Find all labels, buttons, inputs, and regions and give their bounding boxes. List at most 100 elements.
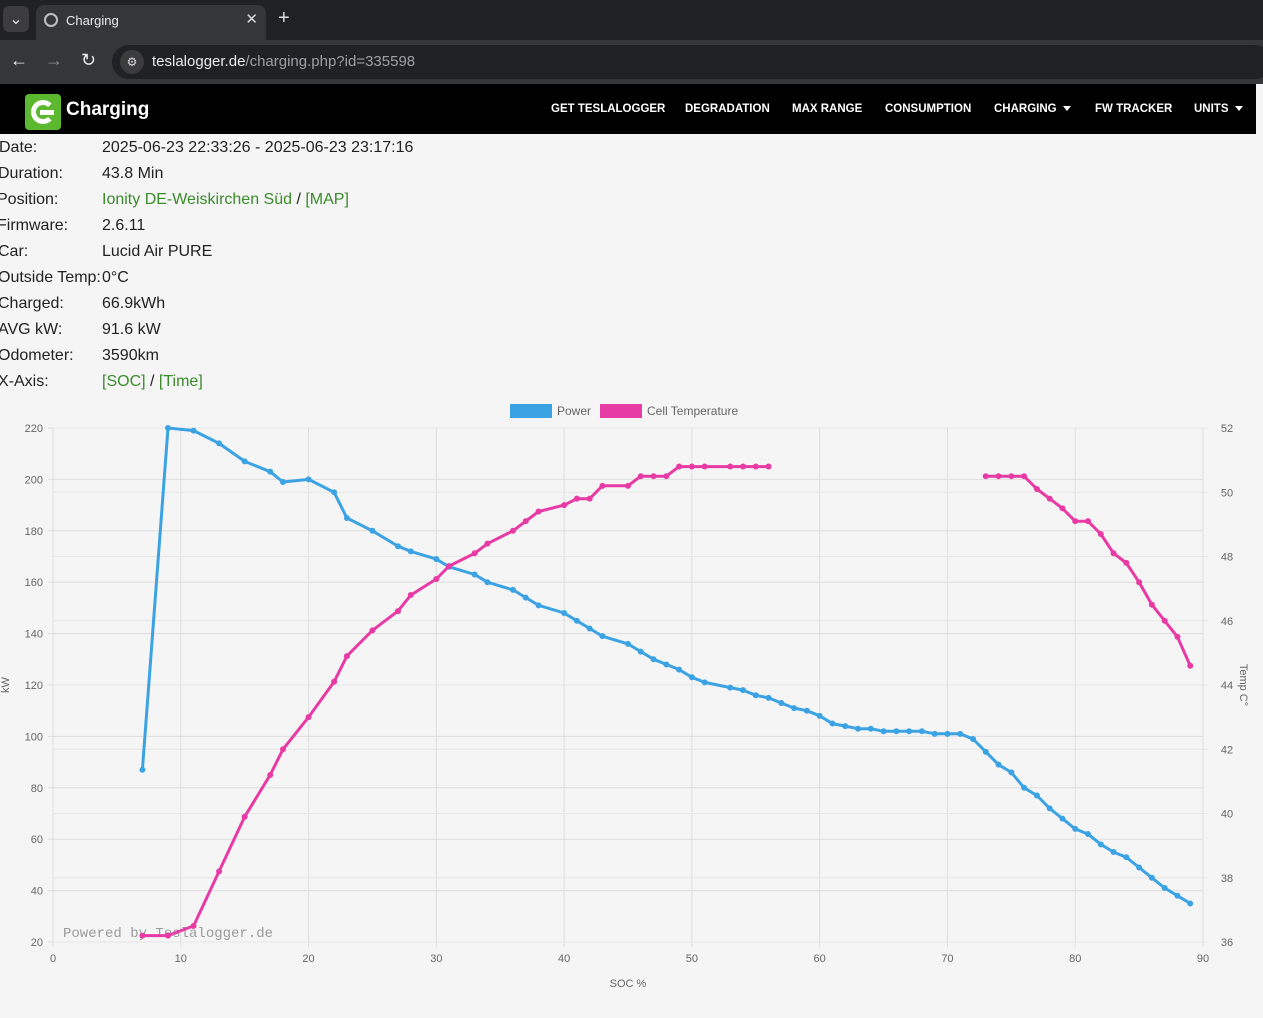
cell-temperature-point xyxy=(1059,505,1066,512)
xaxis-separator: / xyxy=(145,373,159,390)
legend-cell-temperature-label[interactable]: Cell Temperature xyxy=(647,404,738,418)
position-link[interactable]: Ionity DE-Weiskirchen Süd xyxy=(102,191,292,208)
nav-get-teslalogger[interactable]: GET TESLALOGGER xyxy=(551,103,665,115)
power-point xyxy=(1072,825,1079,832)
chart-grid xyxy=(48,427,1208,947)
cell-temperature-point xyxy=(407,592,414,599)
power-point xyxy=(842,723,849,730)
y-left-tick-label: 60 xyxy=(31,834,43,846)
new-tab-button[interactable]: + xyxy=(278,7,290,30)
cell-temperature-point xyxy=(1136,579,1143,586)
power-point xyxy=(765,694,772,701)
cell-temperature-point xyxy=(1046,495,1053,502)
cell-temperature-point xyxy=(331,678,338,685)
tab-search-button[interactable]: ⌄ xyxy=(3,6,29,32)
cell-temperature-point xyxy=(280,746,286,753)
forward-icon[interactable]: → xyxy=(45,50,63,71)
browser-tab[interactable]: Charging ✕ xyxy=(36,5,266,40)
cell-temperature-point xyxy=(1008,473,1015,480)
logo-plug-icon xyxy=(40,110,54,115)
power-point xyxy=(778,699,785,706)
power-point xyxy=(190,427,197,434)
power-point xyxy=(944,730,951,737)
power-point xyxy=(1136,864,1143,871)
chart-legend[interactable]: Power Cell Temperature xyxy=(510,404,738,418)
y-left-tick-label: 80 xyxy=(31,783,43,795)
legend-power-label[interactable]: Power xyxy=(557,404,591,418)
power-point xyxy=(280,478,286,485)
cell-temperature-point xyxy=(995,473,1002,480)
nav-units-label: UNITS xyxy=(1194,103,1229,115)
power-point xyxy=(343,514,350,521)
power-point xyxy=(407,548,414,555)
charging-chart[interactable]: Power Cell Temperature 0 10 20 30 40 50 60 70 80 9… xyxy=(0,398,1263,1008)
y-right-tick-label: 42 xyxy=(1221,744,1233,756)
power-point xyxy=(331,489,338,496)
power-point xyxy=(1059,815,1066,822)
cell-temperature-point xyxy=(305,714,312,721)
xaxis-soc-link[interactable]: [SOC] xyxy=(102,373,146,390)
cell-temperature-point xyxy=(535,508,542,515)
y-left-tick-label: 180 xyxy=(25,526,43,538)
cell-temperature-point xyxy=(216,868,223,875)
page-title[interactable]: Charging xyxy=(66,99,149,121)
avg-kw-value: 91.6 kW xyxy=(102,321,161,338)
map-link[interactable]: [MAP] xyxy=(305,191,349,208)
power-point xyxy=(957,730,964,737)
site-settings-icon[interactable]: ⚙ xyxy=(120,50,144,74)
close-icon[interactable]: ✕ xyxy=(245,10,258,28)
browser-tabbar: ⌄ Charging ✕ + xyxy=(0,0,1263,40)
x-tick-label: 30 xyxy=(430,953,442,965)
duration-label: Duration: xyxy=(0,165,63,182)
odometer-value: 3590km xyxy=(102,347,159,364)
power-point xyxy=(433,556,440,563)
power-point xyxy=(650,656,657,663)
x-tick-label: 20 xyxy=(302,953,314,965)
power-point xyxy=(165,425,171,431)
address-bar[interactable]: ⚙ teslalogger.de/charging.php?id=335598 xyxy=(112,45,1263,79)
power-point xyxy=(395,543,401,550)
nav-fw-tracker[interactable]: FW TRACKER xyxy=(1095,103,1172,115)
avg-kw-label: AVG kW: xyxy=(0,321,63,338)
y-right-tick-label: 40 xyxy=(1221,809,1233,821)
cell-temperature-point xyxy=(241,813,248,820)
power-point xyxy=(586,625,593,632)
nav-consumption[interactable]: CONSUMPTION xyxy=(885,103,971,115)
y-right-tick-label: 48 xyxy=(1221,552,1233,564)
y-right-tick-label: 36 xyxy=(1221,937,1233,949)
power-point xyxy=(880,728,887,735)
xaxis-switch: [SOC] / [Time] xyxy=(102,373,203,391)
x-tick-label: 70 xyxy=(941,953,953,965)
xaxis-time-link[interactable]: [Time] xyxy=(159,373,203,390)
nav-max-range[interactable]: MAX RANGE xyxy=(792,103,862,115)
power-point xyxy=(267,468,274,475)
cell-temperature-point xyxy=(1072,518,1079,525)
power-point xyxy=(1021,784,1028,791)
nav-units-dropdown[interactable]: UNITS xyxy=(1194,103,1243,115)
power-point xyxy=(625,640,631,647)
back-icon[interactable]: ← xyxy=(10,50,28,71)
url-text[interactable]: teslalogger.de/charging.php?id=335598 xyxy=(152,53,415,70)
cell-temperature-point xyxy=(433,575,440,582)
power-point xyxy=(1085,831,1091,838)
cell-temperature-point xyxy=(446,563,453,570)
power-point xyxy=(216,440,223,447)
y-axis-left-title: kW xyxy=(0,676,12,693)
power-point xyxy=(637,648,644,655)
cell-temperature-point xyxy=(765,463,772,470)
nav-degradation[interactable]: DEGRADATION xyxy=(685,103,770,115)
power-point xyxy=(561,610,568,617)
power-point xyxy=(599,633,606,640)
cell-temperature-point xyxy=(561,502,568,509)
y-right-tick-label: 52 xyxy=(1221,423,1233,435)
teslalogger-logo[interactable] xyxy=(25,94,61,130)
nav-charging-dropdown[interactable]: CHARGING xyxy=(994,103,1071,115)
cell-temperature-point xyxy=(1097,531,1104,538)
outside-temp-label: Outside Temp: xyxy=(0,269,101,286)
charged-value: 66.9kWh xyxy=(102,295,166,312)
power-point xyxy=(1008,769,1015,776)
power-point xyxy=(982,748,989,755)
reload-icon[interactable]: ↻ xyxy=(81,50,96,71)
cell-temperature-point xyxy=(267,771,274,778)
caret-down-icon xyxy=(1062,106,1071,112)
